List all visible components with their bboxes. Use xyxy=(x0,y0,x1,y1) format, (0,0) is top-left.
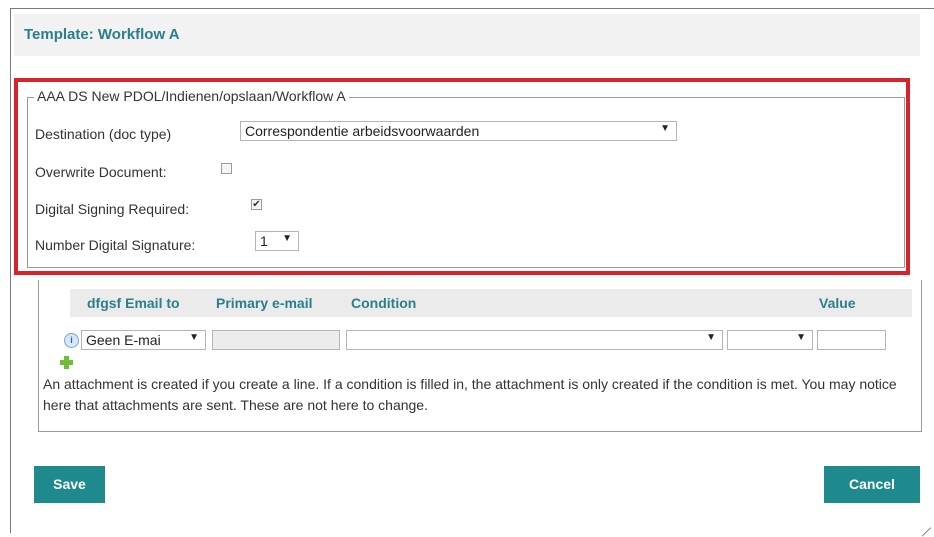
chevron-down-icon: ▼ xyxy=(189,332,199,343)
destination-label: Destination (doc type) xyxy=(35,126,172,142)
destination-select[interactable]: Correspondentie arbeidsvoorwaarden ▼ xyxy=(240,121,677,141)
condition-select[interactable]: ▼ xyxy=(346,330,723,350)
overwrite-label: Overwrite Document: xyxy=(35,164,167,180)
column-condition: Condition xyxy=(351,295,417,311)
destination-select-value: Correspondentie arbeidsvoorwaarden xyxy=(245,123,480,139)
number-signature-value: 1 xyxy=(260,233,268,249)
column-primary-email: Primary e-mail xyxy=(216,295,313,311)
chevron-down-icon: ▼ xyxy=(660,123,670,134)
table-header: dfgsf Email to Primary e-mail Condition … xyxy=(70,289,912,317)
number-signature-select[interactable]: 1 ▼ xyxy=(255,231,299,251)
dialog-header: Template: Workflow A xyxy=(14,14,920,56)
add-line-icon[interactable] xyxy=(60,356,73,369)
chevron-down-icon: ▼ xyxy=(282,233,292,244)
column-email-to: dfgsf Email to xyxy=(87,295,180,311)
operator-select[interactable]: ▼ xyxy=(727,330,813,350)
save-button[interactable]: Save xyxy=(34,466,105,503)
overwrite-checkbox[interactable] xyxy=(221,163,232,174)
primary-email-input[interactable] xyxy=(212,330,340,350)
chevron-down-icon: ▼ xyxy=(706,332,716,343)
fieldset-legend: AAA DS New PDOL/Indienen/opslaan/Workflo… xyxy=(34,88,349,104)
email-to-value: Geen E-mai xyxy=(86,332,161,348)
signing-label: Digital Signing Required: xyxy=(35,201,190,217)
checkmark-icon: ✔ xyxy=(252,199,261,210)
resize-handle-icon[interactable] xyxy=(921,520,931,530)
cancel-button[interactable]: Cancel xyxy=(824,466,920,503)
info-icon[interactable]: i xyxy=(64,333,79,348)
dialog-title: Template: Workflow A xyxy=(24,26,180,43)
number-signature-label: Number Digital Signature: xyxy=(35,237,196,253)
attachment-note: An attachment is created if you create a… xyxy=(43,376,897,413)
email-to-select[interactable]: Geen E-mai ▼ xyxy=(81,330,206,350)
value-input[interactable] xyxy=(817,330,886,350)
chevron-down-icon: ▼ xyxy=(796,332,806,343)
signing-checkbox[interactable]: ✔ xyxy=(251,199,262,210)
column-value: Value xyxy=(819,295,856,311)
